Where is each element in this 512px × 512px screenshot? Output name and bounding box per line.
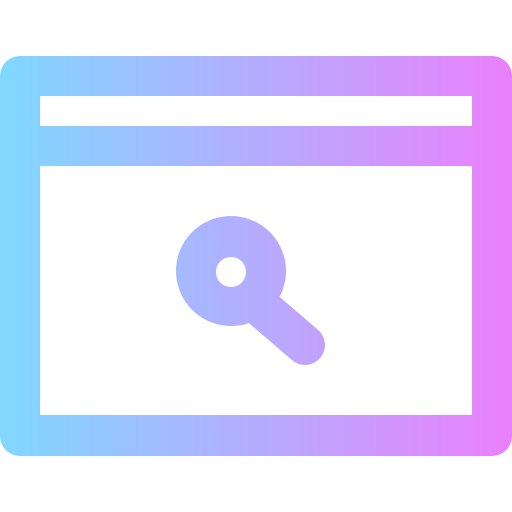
magnifier-handle: [242, 288, 325, 365]
browser-search-icon: [0, 56, 512, 456]
icon-canvas: [0, 0, 512, 512]
magnifier-lens: [175, 216, 286, 326]
